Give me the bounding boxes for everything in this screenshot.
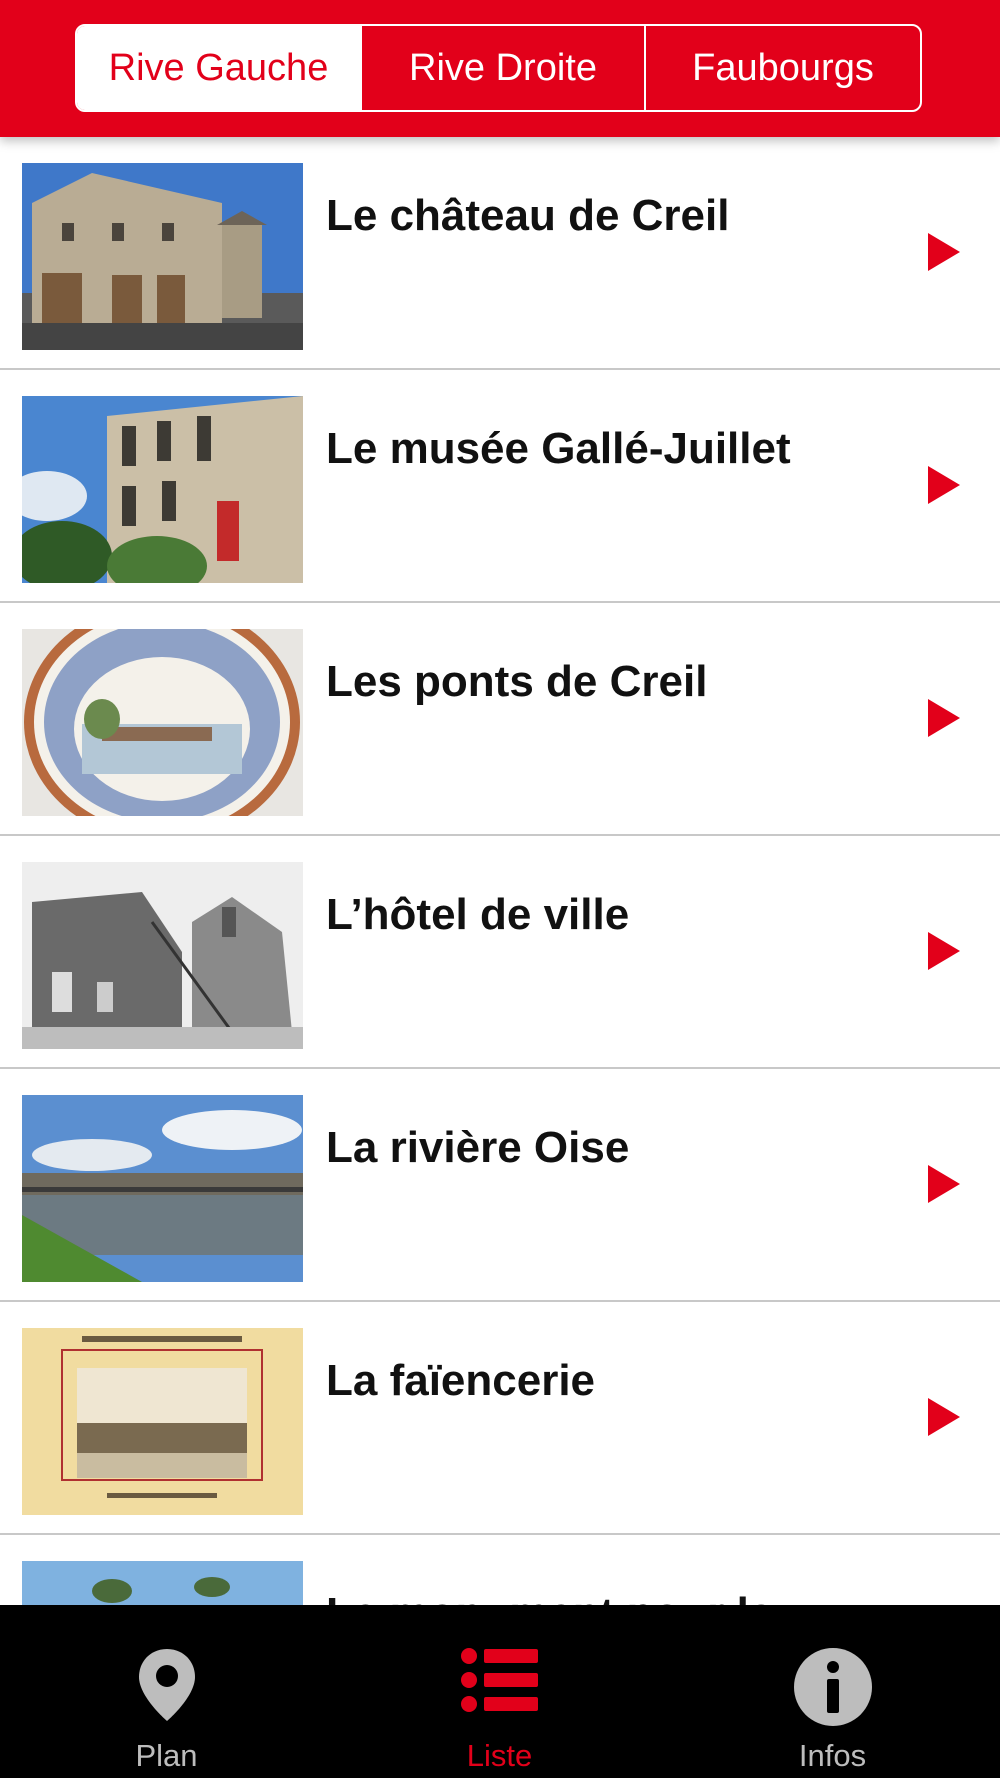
map-pin-icon — [138, 1649, 195, 1721]
chevron-right-icon — [928, 932, 960, 970]
item-title: Le musée Gallé-Juillet — [326, 424, 791, 473]
tab-infos-label: Infos — [798, 1738, 867, 1773]
oise-thumbnail — [22, 1095, 303, 1282]
tab-bar: Plan Liste Infos — [0, 1605, 1000, 1778]
ponts-thumbnail — [22, 629, 303, 816]
list-item[interactable]: La rivière Oise — [0, 1069, 1000, 1302]
info-icon — [793, 1648, 872, 1726]
item-title: Les ponts de Creil — [326, 657, 708, 706]
list-item[interactable]: La faïencerie — [0, 1302, 1000, 1535]
tab-plan-label: Plan — [135, 1738, 198, 1773]
chevron-right-icon — [928, 1165, 960, 1203]
tab-liste-label: Liste — [466, 1738, 533, 1773]
tab-infos[interactable]: Infos — [666, 1605, 999, 1778]
segment-faubourgs[interactable]: Faubourgs — [644, 26, 920, 110]
tab-liste[interactable]: Liste — [333, 1605, 666, 1778]
list-item[interactable]: L’hôtel de ville — [0, 836, 1000, 1069]
chevron-right-icon — [928, 699, 960, 737]
chevron-right-icon — [928, 1398, 960, 1436]
segment-rive-droite[interactable]: Rive Droite — [360, 26, 644, 110]
list-item[interactable]: Le château de Creil — [0, 137, 1000, 370]
chateau-thumbnail — [22, 163, 303, 350]
chevron-right-icon — [928, 233, 960, 271]
segment-rive-gauche[interactable]: Rive Gauche — [77, 26, 360, 110]
item-title: Le château de Creil — [326, 191, 730, 240]
list-icon — [460, 1648, 538, 1712]
item-title: La rivière Oise — [326, 1123, 630, 1172]
faiencerie-thumbnail — [22, 1328, 303, 1515]
top-bar: Rive Gauche Rive Droite Faubourgs — [0, 0, 1000, 137]
list-item[interactable]: Le musée Gallé-Juillet — [0, 370, 1000, 603]
tab-plan[interactable]: Plan — [0, 1605, 333, 1778]
places-list: Le château de Creil Le musée Gallé-Juill… — [0, 137, 1000, 1768]
item-title: La faïencerie — [326, 1356, 596, 1405]
district-segmented-control: Rive Gauche Rive Droite Faubourgs — [75, 24, 922, 112]
item-title: L’hôtel de ville — [326, 890, 630, 939]
chevron-right-icon — [928, 466, 960, 504]
hotel-de-ville-thumbnail — [22, 862, 303, 1049]
list-item[interactable]: Les ponts de Creil — [0, 603, 1000, 836]
musee-thumbnail — [22, 396, 303, 583]
